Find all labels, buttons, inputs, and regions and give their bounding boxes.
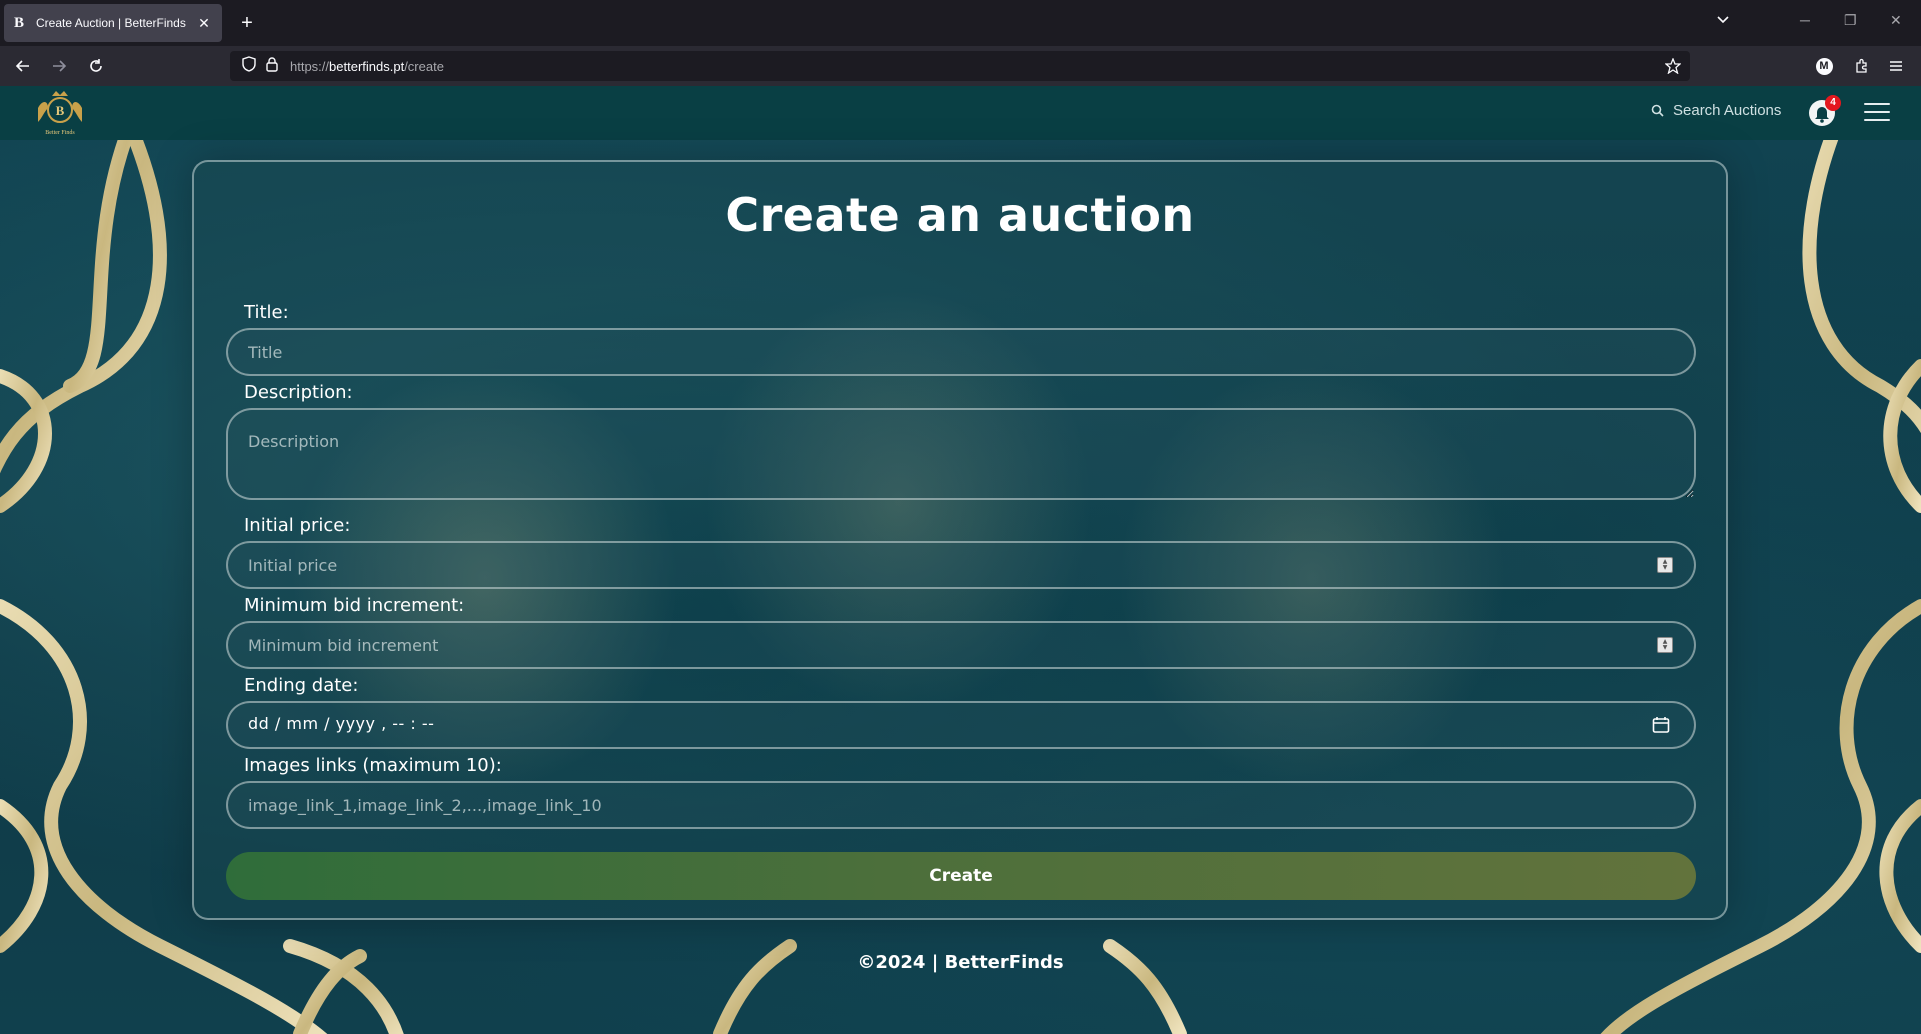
footer-copyright: ©2024 | BetterFinds <box>857 952 1064 973</box>
page: B Better Finds Search Auctions 4 Create … <box>0 86 1921 1034</box>
reload-icon[interactable] <box>83 53 109 79</box>
browser-tab-bar: B Create Auction | BetterFinds ✕ + ─ ❐ ✕ <box>0 0 1921 46</box>
min-bid-stepper[interactable]: ▲ ▼ <box>1657 637 1673 653</box>
site-header: B Better Finds Search Auctions 4 <box>0 86 1921 140</box>
profile-avatar[interactable]: M <box>1811 53 1837 79</box>
svg-text:B: B <box>56 103 65 118</box>
initial-price-label: Initial price: <box>244 515 351 536</box>
hamburger-menu-icon[interactable] <box>1864 101 1890 123</box>
lock-icon[interactable] <box>266 56 278 76</box>
extensions-icon[interactable] <box>1849 53 1875 79</box>
app-menu-icon[interactable] <box>1883 53 1909 79</box>
images-links-input[interactable] <box>226 781 1696 829</box>
address-bar[interactable]: https://betterfinds.pt/create <box>230 51 1690 81</box>
ending-date-input[interactable] <box>226 701 1696 749</box>
close-tab-icon[interactable]: ✕ <box>196 15 212 32</box>
title-label: Title: <box>244 302 289 323</box>
search-icon <box>1651 104 1664 117</box>
search-label: Search Auctions <box>1673 102 1782 119</box>
initial-price-stepper[interactable]: ▲ ▼ <box>1657 557 1673 573</box>
calendar-icon[interactable] <box>1651 715 1671 735</box>
min-bid-input[interactable] <box>226 621 1696 669</box>
description-label: Description: <box>244 382 353 403</box>
search-auctions-link[interactable]: Search Auctions <box>1651 102 1781 119</box>
favicon-icon: B <box>14 15 25 31</box>
create-auction-card: Create an auction Title: Description: In… <box>192 160 1728 920</box>
create-button[interactable]: Create <box>226 852 1696 900</box>
forward-icon[interactable] <box>46 53 72 79</box>
notification-count-badge: 4 <box>1825 95 1841 111</box>
back-icon[interactable] <box>10 53 36 79</box>
site-logo[interactable]: B Better Finds <box>32 88 88 138</box>
shield-icon[interactable] <box>242 56 256 76</box>
min-bid-label: Minimum bid increment: <box>244 595 465 616</box>
initial-price-input[interactable] <box>226 541 1696 589</box>
restore-icon[interactable]: ❐ <box>1844 12 1857 29</box>
browser-tab[interactable]: B Create Auction | BetterFinds ✕ <box>4 4 222 42</box>
bookmark-star-icon[interactable] <box>1660 53 1686 79</box>
description-textarea[interactable] <box>226 408 1696 500</box>
ending-date-value: dd / mm / yyyy , -- : -- <box>248 714 435 733</box>
url-text: https://betterfinds.pt/create <box>290 58 444 74</box>
browser-nav-bar: https://betterfinds.pt/create M <box>0 46 1921 86</box>
title-input[interactable] <box>226 328 1696 376</box>
window-close-icon[interactable]: ✕ <box>1890 12 1902 29</box>
minimize-icon[interactable]: ─ <box>1800 12 1810 28</box>
tab-list-icon[interactable] <box>1716 12 1730 28</box>
images-label: Images links (maximum 10): <box>244 755 502 776</box>
page-title: Create an auction <box>725 188 1195 242</box>
ending-date-label: Ending date: <box>244 675 359 696</box>
tab-title: Create Auction | BetterFinds <box>36 16 186 30</box>
svg-text:Better Finds: Better Finds <box>45 130 75 136</box>
new-tab-button[interactable]: + <box>234 10 260 36</box>
